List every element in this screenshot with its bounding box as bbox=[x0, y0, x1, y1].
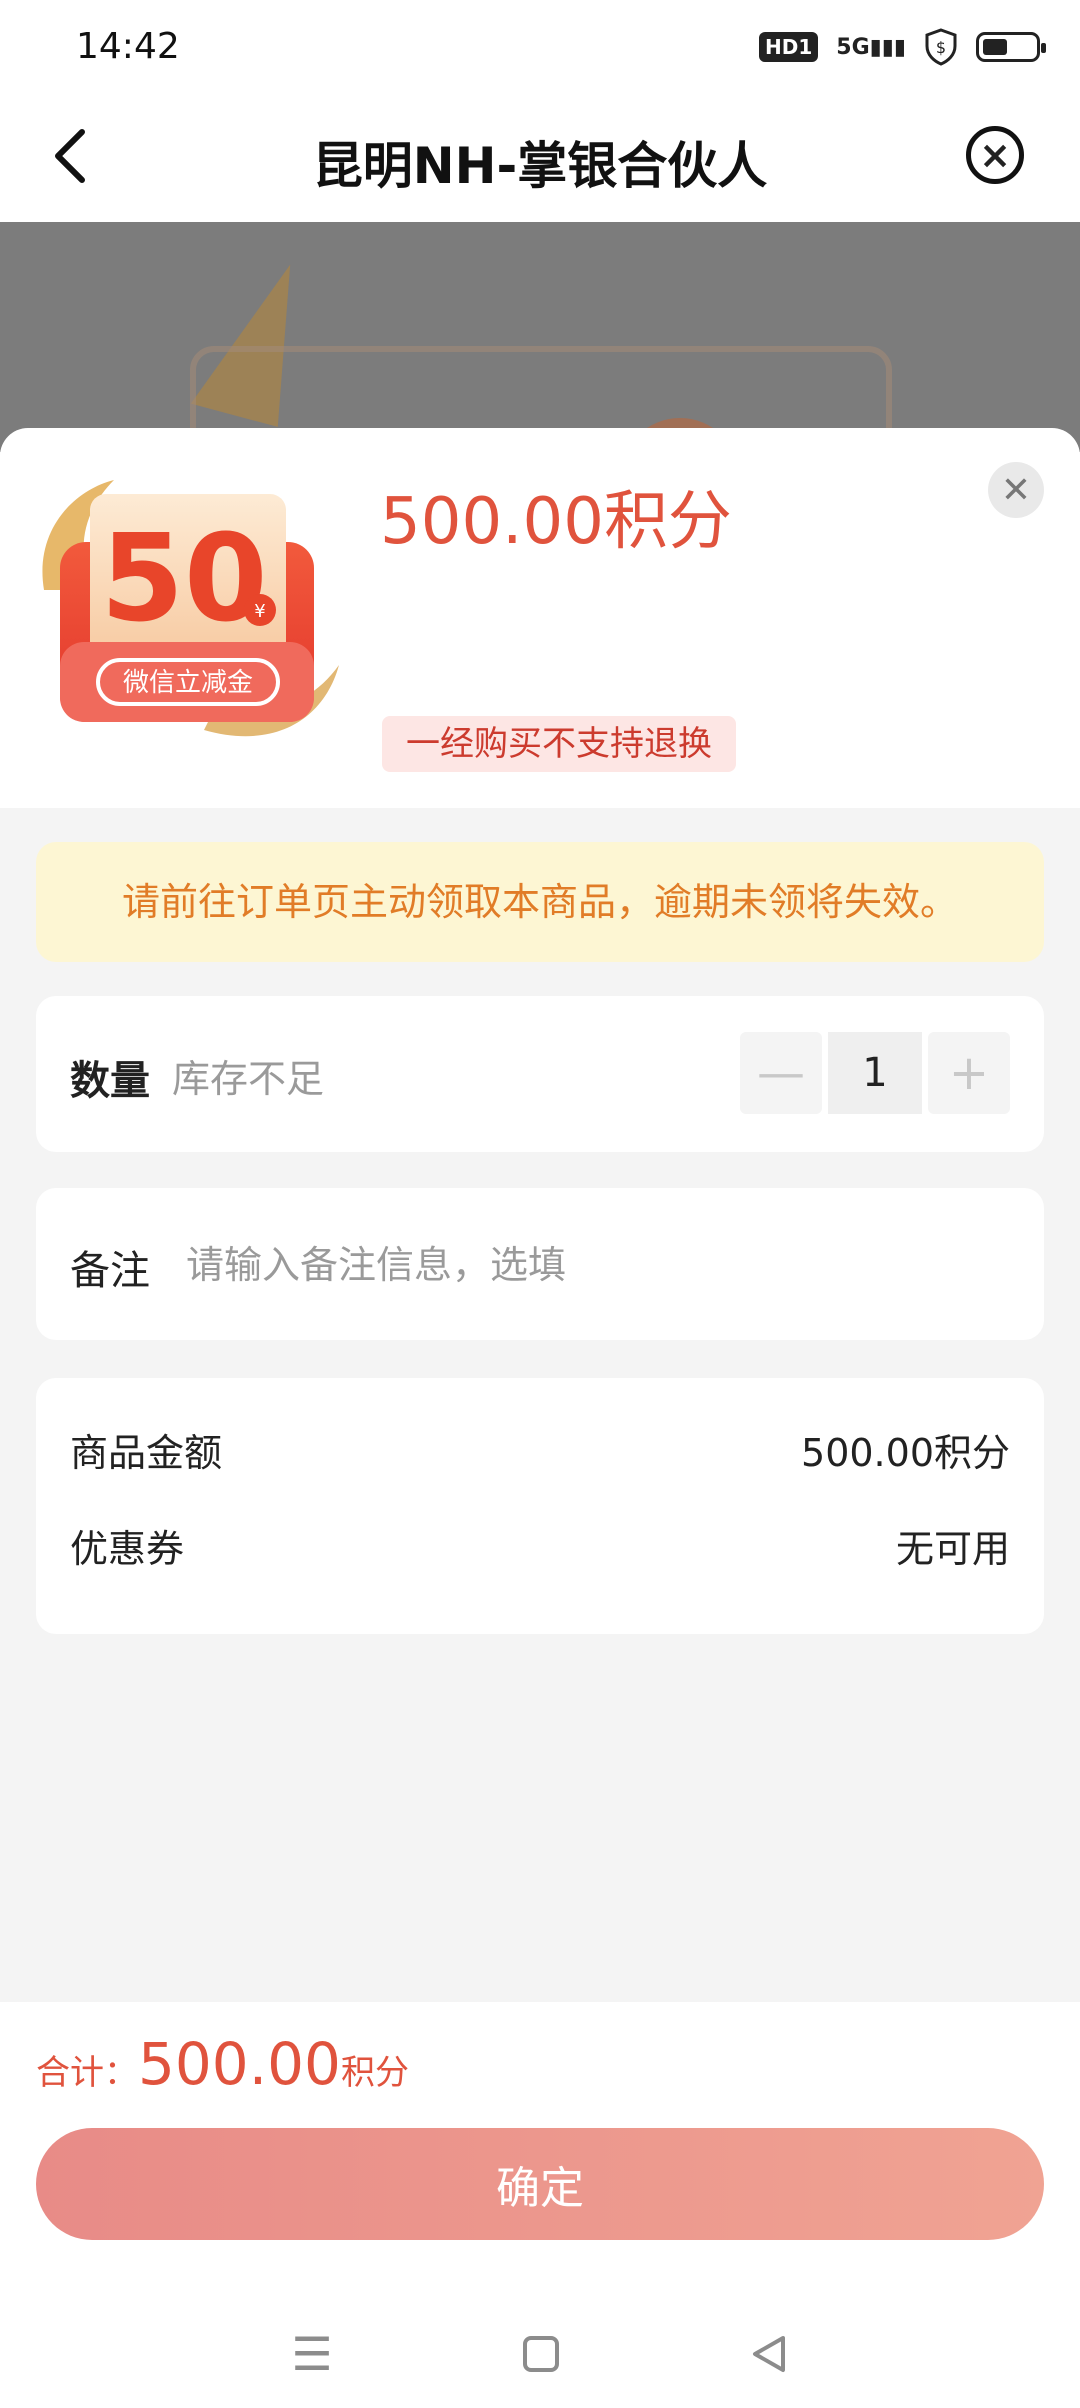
title-bar: 昆明NH-掌银合伙人 × bbox=[0, 96, 1080, 222]
system-nav-bar: ☰ bbox=[0, 2300, 1080, 2408]
product-price: 500.00积分 bbox=[380, 485, 732, 559]
remark-card: 备注 bbox=[36, 1188, 1044, 1340]
back-triangle-icon[interactable] bbox=[749, 2334, 789, 2374]
close-icon[interactable]: ✕ bbox=[988, 462, 1044, 518]
increase-button[interactable]: + bbox=[928, 1032, 1010, 1114]
home-icon[interactable] bbox=[522, 2336, 559, 2372]
page-backdrop bbox=[0, 222, 1080, 452]
hd-icon: HD1 bbox=[759, 32, 819, 62]
total-amount: 500.00 bbox=[138, 2030, 341, 2098]
claim-notice: 请前往订单页主动领取本商品，逾期未领将失效。 bbox=[36, 842, 1044, 962]
menu-icon[interactable]: ☰ bbox=[291, 2327, 332, 2381]
goods-amount-value: 500.00积分 bbox=[801, 1431, 1010, 1475]
status-icons: HD1 5G▮▮▮ $ bbox=[759, 28, 1046, 66]
battery-icon bbox=[976, 32, 1046, 62]
quantity-value[interactable]: 1 bbox=[828, 1032, 922, 1114]
shield-icon: $ bbox=[925, 28, 957, 66]
remark-label: 备注 bbox=[70, 1248, 150, 1294]
summary-card: 商品金额 500.00积分 优惠券 无可用 bbox=[36, 1378, 1044, 1634]
coupon-label[interactable]: 优惠券 bbox=[70, 1518, 184, 1573]
svg-text:$: $ bbox=[936, 38, 946, 57]
goods-amount-label: 商品金额 bbox=[70, 1431, 223, 1475]
quantity-card: 数量 库存不足 — 1 + bbox=[36, 996, 1044, 1152]
quantity-stepper: — 1 + bbox=[740, 1032, 1010, 1114]
status-bar: 14:42 HD1 5G▮▮▮ $ bbox=[0, 0, 1080, 96]
quantity-label: 数量 bbox=[70, 1058, 150, 1104]
confirm-button[interactable]: 确定 bbox=[36, 2128, 1044, 2240]
signal-icon: 5G▮▮▮ bbox=[836, 34, 906, 60]
product-image: 50 ¥ 微信立减金 bbox=[42, 480, 339, 737]
coupon-value[interactable]: 无可用 bbox=[896, 1518, 1010, 1573]
page-title: 昆明NH-掌银合伙人 bbox=[312, 137, 768, 195]
network-label: 5G bbox=[836, 34, 870, 60]
return-policy-tag: 一经购买不支持退换 bbox=[382, 716, 736, 772]
svg-text:¥: ¥ bbox=[254, 601, 265, 622]
product-image-value: 50 bbox=[101, 510, 268, 649]
remark-input[interactable] bbox=[184, 1224, 1008, 1306]
decrease-button[interactable]: — bbox=[740, 1032, 822, 1114]
product-image-caption: 微信立减金 bbox=[123, 668, 253, 698]
order-total: 合计：500.00积分 bbox=[36, 2030, 409, 2098]
status-time: 14:42 bbox=[76, 26, 180, 67]
close-miniapp-icon[interactable]: × bbox=[966, 126, 1024, 184]
total-unit: 积分 bbox=[340, 2053, 409, 2093]
total-label: 合计： bbox=[36, 2053, 138, 2093]
stock-status: 库存不足 bbox=[172, 1057, 325, 1101]
